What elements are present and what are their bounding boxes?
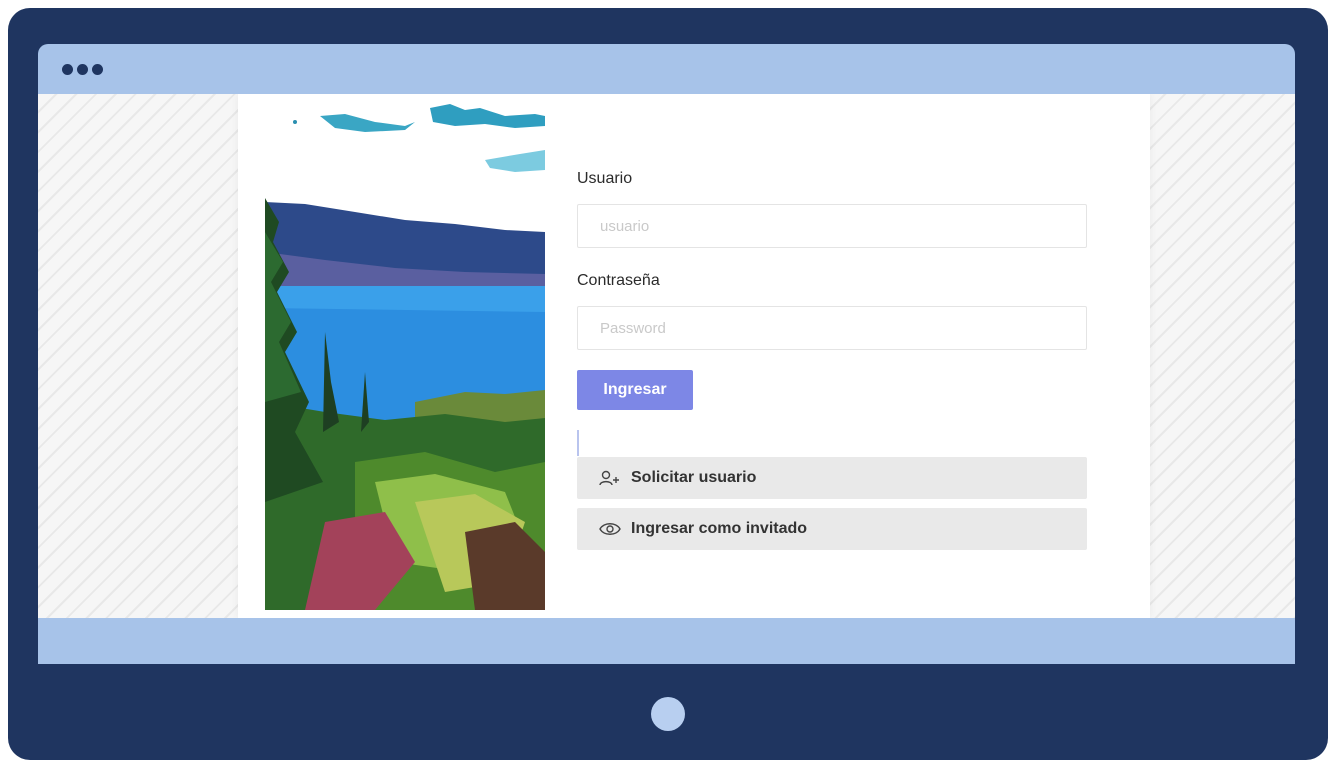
browser-title-bar — [38, 44, 1295, 94]
username-label: Usuario — [577, 170, 633, 187]
user-plus-icon — [599, 470, 619, 486]
username-input[interactable] — [577, 204, 1087, 248]
window-dots-icon — [62, 64, 103, 75]
divider — [577, 430, 579, 456]
browser-viewport: Usuario Contraseña Ingresar Solicitar us… — [38, 94, 1295, 618]
guest-login-label: Ingresar como invitado — [631, 520, 808, 537]
login-card: Usuario Contraseña Ingresar Solicitar us… — [238, 94, 1150, 618]
lake-landscape-image — [265, 102, 545, 610]
password-label: Contraseña — [577, 272, 660, 289]
request-user-label: Solicitar usuario — [631, 469, 757, 486]
window-dot — [92, 64, 103, 75]
guest-login-button[interactable]: Ingresar como invitado — [577, 508, 1087, 550]
eye-icon — [599, 523, 621, 535]
landscape-photo — [265, 102, 545, 610]
window-dot — [62, 64, 73, 75]
monitor-chin — [38, 618, 1295, 664]
login-button[interactable]: Ingresar — [577, 370, 693, 410]
request-user-button[interactable]: Solicitar usuario — [577, 457, 1087, 499]
window-dot — [77, 64, 88, 75]
password-input[interactable] — [577, 306, 1087, 350]
power-button — [651, 697, 685, 731]
